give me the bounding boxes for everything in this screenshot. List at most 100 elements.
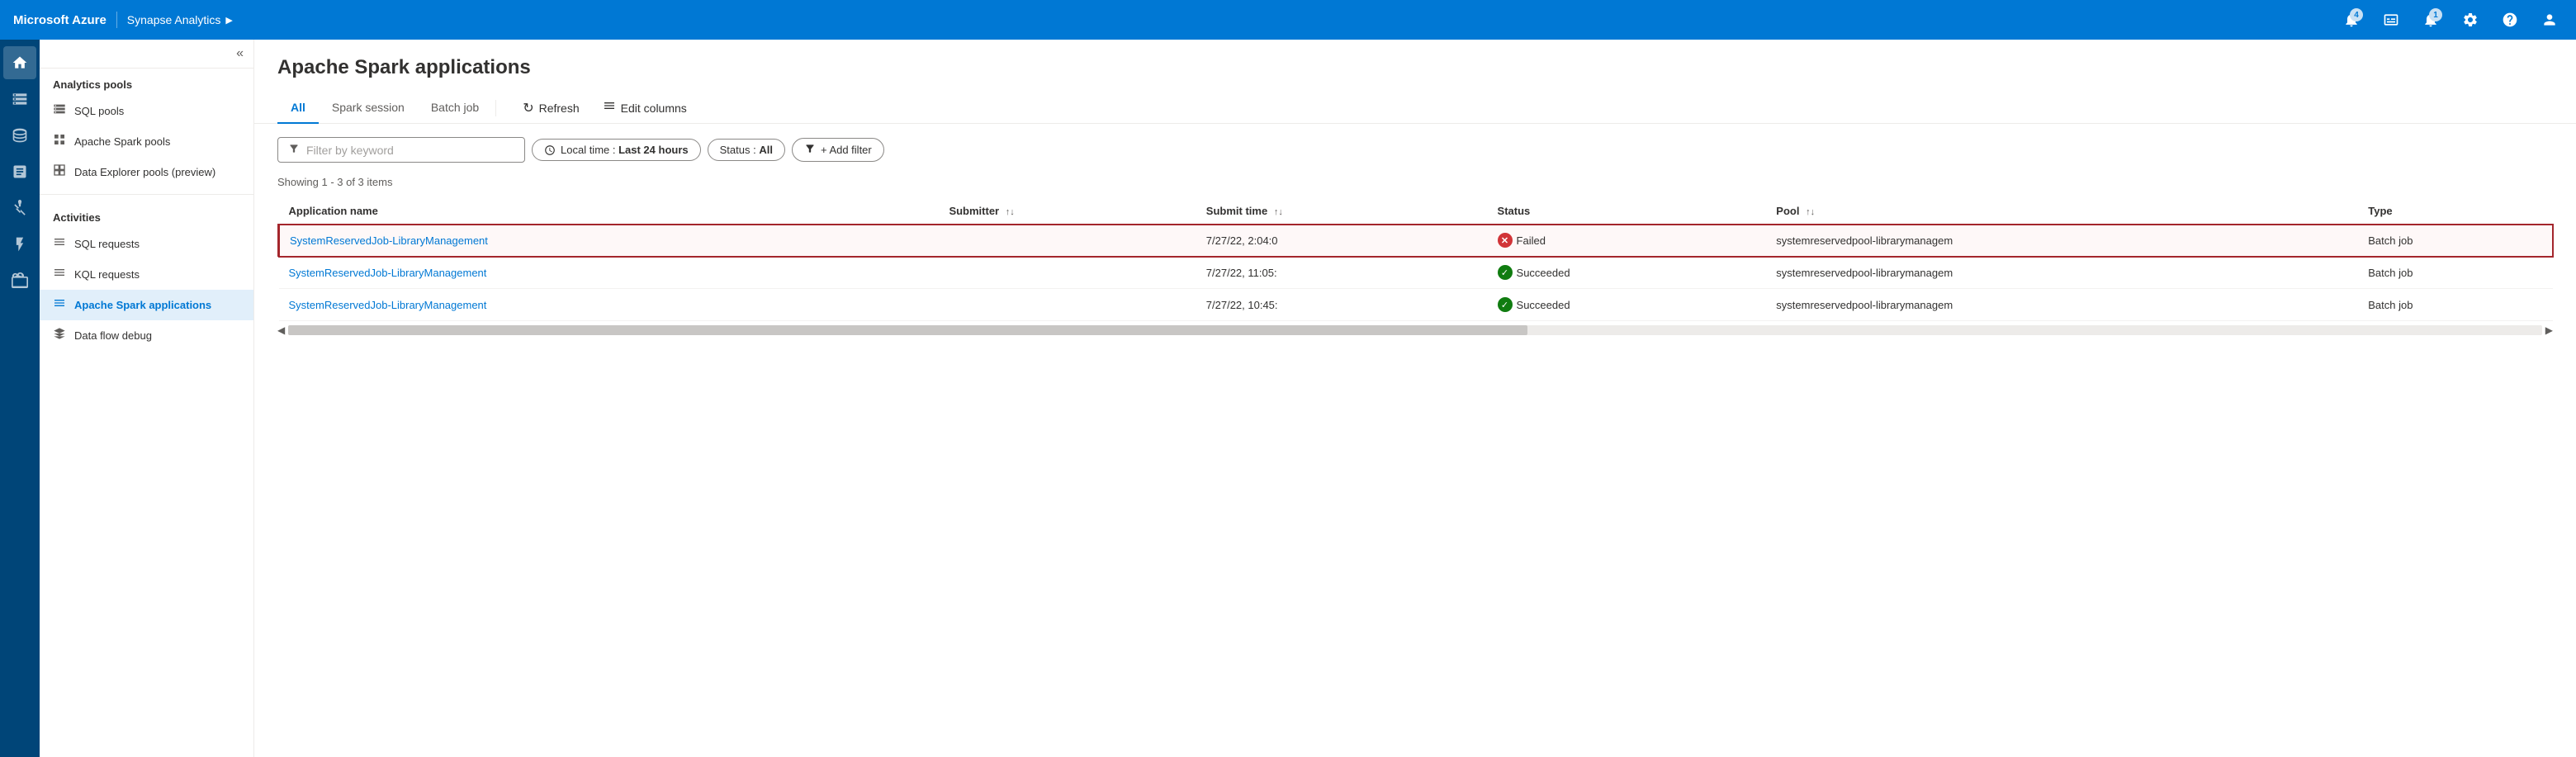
notifications-icon[interactable]: 4 bbox=[2338, 7, 2365, 33]
scroll-track[interactable] bbox=[288, 325, 2542, 335]
settings-icon[interactable] bbox=[2457, 7, 2484, 33]
table-row[interactable]: SystemReservedJob-LibraryManagement 7/27… bbox=[279, 225, 2554, 257]
sidebar-icon-data[interactable] bbox=[3, 119, 36, 152]
app-name-cell: SystemReservedJob-LibraryManagement bbox=[279, 225, 940, 257]
kql-requests-label: KQL requests bbox=[74, 268, 140, 281]
submitter-cell bbox=[939, 257, 1196, 289]
sidebar-item-data-explorer-pools[interactable]: Data Explorer pools (preview) bbox=[40, 157, 253, 187]
sidebar-icon-pipeline[interactable] bbox=[3, 192, 36, 225]
sql-requests-label: SQL requests bbox=[74, 238, 140, 250]
scroll-right-arrow[interactable]: ▶ bbox=[2545, 324, 2553, 336]
col-type[interactable]: Type bbox=[2358, 198, 2553, 225]
horizontal-scrollbar[interactable]: ◀ ▶ bbox=[254, 321, 2576, 336]
sidebar-icon-home[interactable] bbox=[3, 46, 36, 79]
tab-spark-session[interactable]: Spark session bbox=[319, 92, 418, 124]
sidebar-item-data-flow-debug[interactable]: Data flow debug bbox=[40, 320, 253, 351]
time-filter-chip[interactable]: Local time : Last 24 hours bbox=[532, 139, 701, 161]
status-badge-succeeded: ✓ Succeeded bbox=[1498, 265, 1570, 280]
add-filter-label: + Add filter bbox=[821, 144, 872, 156]
edit-columns-icon bbox=[603, 99, 616, 116]
left-sidebar: « Analytics pools SQL pools Apache Spark… bbox=[40, 40, 254, 757]
submitter-cell bbox=[939, 225, 1196, 257]
app-name-cell: SystemReservedJob-LibraryManagement bbox=[279, 289, 940, 321]
tab-separator bbox=[495, 100, 496, 116]
table-header: Application name Submitter ↑↓ Submit tim… bbox=[279, 198, 2554, 225]
sidebar-item-apache-spark-pools[interactable]: Apache Spark pools bbox=[40, 126, 253, 157]
table-row[interactable]: SystemReservedJob-LibraryManagement 7/27… bbox=[279, 257, 2554, 289]
top-nav-left: Microsoft Azure Synapse Analytics ▶ bbox=[13, 12, 233, 28]
status-badge-succeeded: ✓ Succeeded bbox=[1498, 297, 1570, 312]
table-header-row: Application name Submitter ↑↓ Submit tim… bbox=[279, 198, 2554, 225]
notifications-badge: 4 bbox=[2350, 8, 2363, 21]
keyword-filter[interactable]: Filter by keyword bbox=[277, 137, 525, 163]
submitter-sort-icon: ↑↓ bbox=[1006, 207, 1015, 217]
status-filter-chip[interactable]: Status : All bbox=[708, 139, 785, 161]
refresh-button[interactable]: ↻ Refresh bbox=[513, 95, 589, 121]
sidebar-divider bbox=[40, 194, 253, 195]
sidebar-icon-storage[interactable] bbox=[3, 83, 36, 116]
nav-divider bbox=[116, 12, 117, 28]
app-name-link[interactable]: SystemReservedJob-LibraryManagement bbox=[289, 267, 487, 279]
col-submitter[interactable]: Submitter ↑↓ bbox=[939, 198, 1196, 225]
type-cell: Batch job bbox=[2358, 257, 2553, 289]
status-badge-failed: ✕ Failed bbox=[1498, 233, 1546, 248]
col-submit-time[interactable]: Submit time ↑↓ bbox=[1196, 198, 1488, 225]
succeeded-icon: ✓ bbox=[1498, 265, 1513, 280]
app-name-link[interactable]: SystemReservedJob-LibraryManagement bbox=[290, 234, 488, 247]
add-filter-button[interactable]: + Add filter bbox=[792, 138, 884, 162]
activities-label: Activities bbox=[40, 201, 253, 229]
filters-area: Filter by keyword Local time : Last 24 h… bbox=[254, 124, 2576, 176]
page-title: Apache Spark applications bbox=[277, 56, 2553, 79]
sidebar-item-apache-spark-applications[interactable]: Apache Spark applications bbox=[40, 290, 253, 320]
alerts-icon[interactable]: 1 bbox=[2417, 7, 2444, 33]
edit-columns-button[interactable]: Edit columns bbox=[593, 94, 697, 121]
app-name-cell: SystemReservedJob-LibraryManagement bbox=[279, 257, 940, 289]
status-cell: ✕ Failed bbox=[1488, 225, 1767, 257]
keyword-filter-placeholder: Filter by keyword bbox=[306, 144, 394, 157]
sidebar-item-sql-pools[interactable]: SQL pools bbox=[40, 96, 253, 126]
status-cell: ✓ Succeeded bbox=[1488, 289, 1767, 321]
apache-spark-applications-label: Apache Spark applications bbox=[74, 299, 211, 311]
top-nav-right: 4 1 bbox=[2338, 7, 2563, 33]
help-icon[interactable] bbox=[2497, 7, 2523, 33]
time-filter-label: Local time : Last 24 hours bbox=[561, 144, 689, 156]
sidebar-icon-notebook[interactable] bbox=[3, 155, 36, 188]
sidebar-icon-spark[interactable] bbox=[3, 228, 36, 261]
account-icon[interactable] bbox=[2536, 7, 2563, 33]
data-flow-debug-icon bbox=[53, 327, 66, 344]
data-explorer-pools-label: Data Explorer pools (preview) bbox=[74, 166, 215, 178]
service-name[interactable]: Synapse Analytics ▶ bbox=[127, 13, 233, 26]
applications-table: Application name Submitter ↑↓ Submit tim… bbox=[277, 198, 2553, 321]
table-row[interactable]: SystemReservedJob-LibraryManagement 7/27… bbox=[279, 289, 2554, 321]
col-pool[interactable]: Pool ↑↓ bbox=[1766, 198, 2358, 225]
col-status[interactable]: Status bbox=[1488, 198, 1767, 225]
add-filter-icon bbox=[804, 143, 816, 157]
app-body: « Analytics pools SQL pools Apache Spark… bbox=[0, 40, 2576, 757]
sidebar-header: « bbox=[40, 40, 253, 69]
sidebar-icon-bag[interactable] bbox=[3, 264, 36, 297]
failed-icon: ✕ bbox=[1498, 233, 1513, 248]
table-body: SystemReservedJob-LibraryManagement 7/27… bbox=[279, 225, 2554, 321]
sidebar-item-kql-requests[interactable]: KQL requests bbox=[40, 259, 253, 290]
tab-batch-job[interactable]: Batch job bbox=[418, 92, 492, 124]
submitter-cell bbox=[939, 289, 1196, 321]
sidebar-collapse-btn[interactable]: « bbox=[236, 46, 244, 61]
apache-spark-pools-icon bbox=[53, 133, 66, 150]
sql-pools-icon bbox=[53, 102, 66, 120]
succeeded-icon: ✓ bbox=[1498, 297, 1513, 312]
sql-requests-icon bbox=[53, 235, 66, 253]
sidebar-item-sql-requests[interactable]: SQL requests bbox=[40, 229, 253, 259]
status-filter-label: Status : All bbox=[720, 144, 773, 156]
app-name-link[interactable]: SystemReservedJob-LibraryManagement bbox=[289, 299, 487, 311]
scroll-left-arrow[interactable]: ◀ bbox=[277, 324, 285, 336]
table-scroll-area[interactable]: Application name Submitter ↑↓ Submit tim… bbox=[254, 198, 2576, 321]
cloud-shell-icon[interactable] bbox=[2378, 7, 2404, 33]
col-application-name[interactable]: Application name bbox=[279, 198, 940, 225]
tab-all[interactable]: All bbox=[277, 92, 319, 124]
status-cell: ✓ Succeeded bbox=[1488, 257, 1767, 289]
pool-cell: systemreservedpool-librarymanagem bbox=[1766, 225, 2358, 257]
refresh-icon: ↻ bbox=[523, 100, 533, 116]
type-cell: Batch job bbox=[2358, 289, 2553, 321]
scroll-thumb[interactable] bbox=[288, 325, 1527, 335]
apache-spark-applications-icon bbox=[53, 296, 66, 314]
